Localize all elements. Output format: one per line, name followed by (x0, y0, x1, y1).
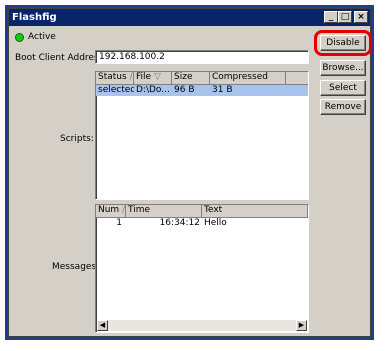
horizontal-scrollbar[interactable]: ◀ ▶ (97, 320, 307, 331)
scroll-left-icon[interactable]: ◀ (97, 320, 108, 331)
cell-time: 16:34:12 (159, 218, 200, 228)
flashfig-window: Flashfig _ □ × Active Boot Client Addres… (5, 5, 374, 340)
column-header-size[interactable]: Size (172, 72, 210, 84)
scripts-list[interactable]: Status / File ▽ Size Compressed selected… (95, 71, 309, 200)
status-led-icon (15, 32, 24, 42)
remove-button[interactable]: Remove (320, 99, 366, 115)
messages-label: Messages: (52, 262, 100, 272)
column-header-num[interactable]: Num / (96, 205, 126, 217)
window-title: Flashfig (12, 12, 57, 23)
messages-list[interactable]: Num / Time Text 1 16:34:12 Hello ◀ ▶ (95, 204, 309, 333)
cell-status: selected (98, 85, 134, 95)
column-header-file[interactable]: File ▽ (134, 72, 172, 84)
highlight-annotation (314, 30, 372, 56)
column-header-time[interactable]: Time (126, 205, 202, 217)
column-header-compressed[interactable]: Compressed (210, 72, 286, 84)
scripts-header: Status / File ▽ Size Compressed (96, 72, 308, 85)
table-row[interactable]: 1 16:34:12 Hello (96, 218, 308, 229)
column-header-filler (286, 72, 308, 84)
messages-header: Num / Time Text (96, 205, 308, 218)
table-row[interactable]: selected D:\Do... 96 B 31 B (96, 85, 308, 96)
cell-size: 96 B (174, 85, 195, 95)
minimize-button[interactable]: _ (324, 11, 338, 23)
title-bar: Flashfig _ □ × (9, 9, 370, 26)
boot-client-address-input[interactable]: 192.168.100.2 (95, 50, 309, 64)
cell-num: 1 (116, 218, 122, 228)
browse-button[interactable]: Browse... (320, 60, 366, 76)
close-button[interactable]: × (354, 11, 368, 23)
status-label: Active (28, 32, 56, 42)
scripts-label: Scripts: (60, 134, 94, 144)
cell-text: Hello (204, 218, 227, 228)
column-header-status[interactable]: Status / (96, 72, 134, 84)
scroll-right-icon[interactable]: ▶ (296, 320, 307, 331)
select-button[interactable]: Select (320, 80, 366, 96)
boot-client-label: Boot Client Address: (15, 53, 107, 63)
column-header-text[interactable]: Text (202, 205, 308, 217)
window-controls: _ □ × (324, 11, 368, 23)
cell-file: D:\Do... (136, 85, 170, 95)
cell-compressed: 31 B (212, 85, 233, 95)
status-indicator: Active (15, 32, 56, 42)
maximize-button[interactable]: □ (338, 11, 352, 23)
